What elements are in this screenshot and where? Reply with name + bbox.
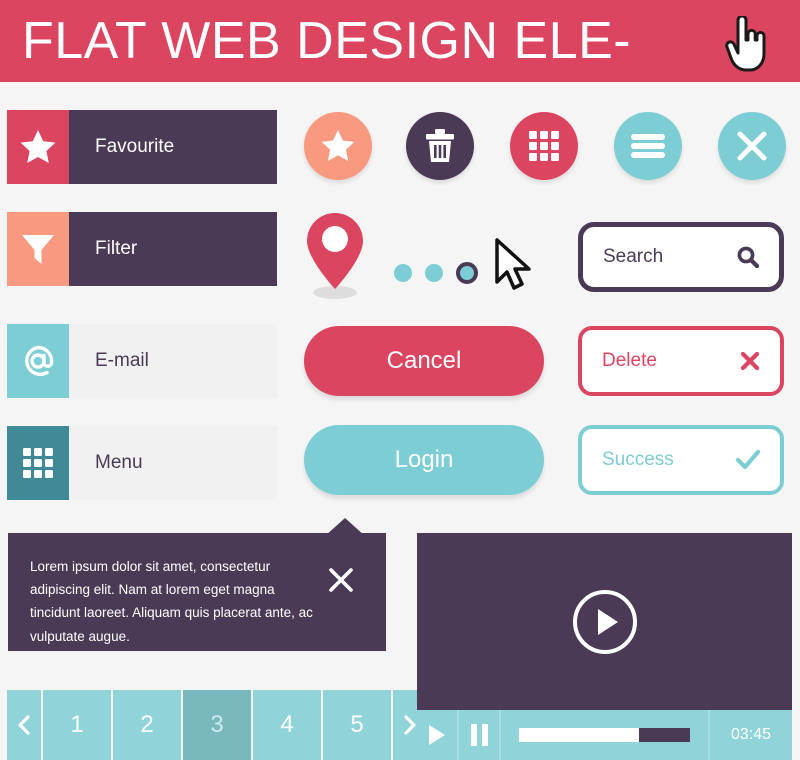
- tooltip-popup: Lorem ipsum dolor sit amet, consectetur …: [8, 533, 386, 651]
- sidebar-item-favourite[interactable]: Favourite: [7, 110, 277, 184]
- hamburger-icon: [631, 134, 665, 158]
- sidebar-item-label: E-mail: [69, 324, 277, 398]
- page-title: FLAT WEB DESIGN ELE-: [22, 12, 632, 70]
- circle-button-favourite[interactable]: [304, 112, 372, 180]
- favourite-icon-box: [7, 110, 69, 184]
- pagination-page-active[interactable]: 3: [183, 690, 251, 760]
- check-icon: [736, 449, 760, 470]
- at-icon: [25, 345, 54, 376]
- dot-indicator-active[interactable]: [456, 262, 478, 284]
- video-progress-bar[interactable]: [501, 710, 710, 760]
- close-icon[interactable]: [328, 567, 354, 593]
- pagination-prev[interactable]: [7, 690, 41, 760]
- tooltip-text: Lorem ipsum dolor sit amet, consectetur …: [30, 559, 313, 644]
- cancel-button-label: Cancel: [386, 347, 462, 374]
- play-triangle: [597, 608, 618, 635]
- video-screen[interactable]: [417, 533, 792, 710]
- circle-button-menu[interactable]: [614, 112, 682, 180]
- sidebar-item-label: Menu: [69, 426, 277, 500]
- video-controls: 03:45: [417, 710, 792, 760]
- search-box[interactable]: Search: [578, 222, 784, 292]
- hand-pointer-icon: [725, 16, 766, 72]
- x-mark-icon: [740, 351, 760, 371]
- video-progress-track: [519, 728, 690, 742]
- search-input[interactable]: Search: [603, 246, 737, 268]
- arrow-cursor-icon: [495, 238, 531, 290]
- circle-button-close[interactable]: [718, 112, 786, 180]
- circle-button-grid[interactable]: [510, 112, 578, 180]
- login-button-label: Login: [394, 446, 454, 473]
- chevron-right-icon: [404, 715, 416, 735]
- pagination-page[interactable]: 1: [43, 690, 111, 760]
- circle-button-delete[interactable]: [406, 112, 474, 180]
- grid-icon: [529, 131, 559, 161]
- email-icon-box: [7, 324, 69, 398]
- sidebar-item-label: Favourite: [69, 110, 277, 184]
- video-pause-button[interactable]: [459, 710, 501, 760]
- pagination-page[interactable]: 2: [113, 690, 181, 760]
- star-icon: [20, 130, 56, 163]
- header-banner: FLAT WEB DESIGN ELE-: [0, 0, 800, 82]
- dot-indicator[interactable]: [425, 264, 443, 282]
- map-pin-icon: [307, 213, 363, 289]
- pagination[interactable]: 1 2 3 4 5: [7, 690, 427, 760]
- menu-icon-box: [7, 426, 69, 500]
- chevron-left-icon: [18, 715, 30, 735]
- video-progress-fill: [519, 728, 639, 742]
- pagination-page[interactable]: 5: [323, 690, 391, 760]
- video-time: 03:45: [730, 726, 772, 743]
- grid-icon: [23, 448, 53, 478]
- filter-icon-box: [7, 212, 69, 286]
- funnel-icon: [22, 235, 54, 264]
- sidebar-item-label: Filter: [69, 212, 277, 286]
- pause-icon: [470, 724, 488, 746]
- video-player: 03:45: [417, 533, 792, 760]
- sidebar-item-email[interactable]: E-mail: [7, 324, 277, 398]
- login-button[interactable]: Login: [304, 425, 544, 495]
- sidebar-item-menu[interactable]: Menu: [7, 426, 277, 500]
- close-icon: [737, 131, 767, 161]
- map-pin[interactable]: [307, 213, 363, 299]
- dot-indicator[interactable]: [394, 264, 412, 282]
- pagination-page[interactable]: 4: [253, 690, 321, 760]
- video-play-button[interactable]: [417, 710, 459, 760]
- success-button[interactable]: Success: [578, 425, 784, 495]
- star-icon: [321, 130, 355, 162]
- sidebar-item-filter[interactable]: Filter: [7, 212, 277, 286]
- trash-icon: [426, 129, 454, 162]
- play-circle-icon[interactable]: [572, 589, 637, 654]
- dots-indicator[interactable]: [394, 262, 478, 284]
- delete-button[interactable]: Delete: [578, 326, 784, 396]
- cancel-button[interactable]: Cancel: [304, 326, 544, 396]
- play-icon: [429, 725, 445, 745]
- success-button-label: Success: [602, 449, 674, 470]
- search-icon[interactable]: [737, 246, 759, 268]
- delete-button-label: Delete: [602, 350, 657, 371]
